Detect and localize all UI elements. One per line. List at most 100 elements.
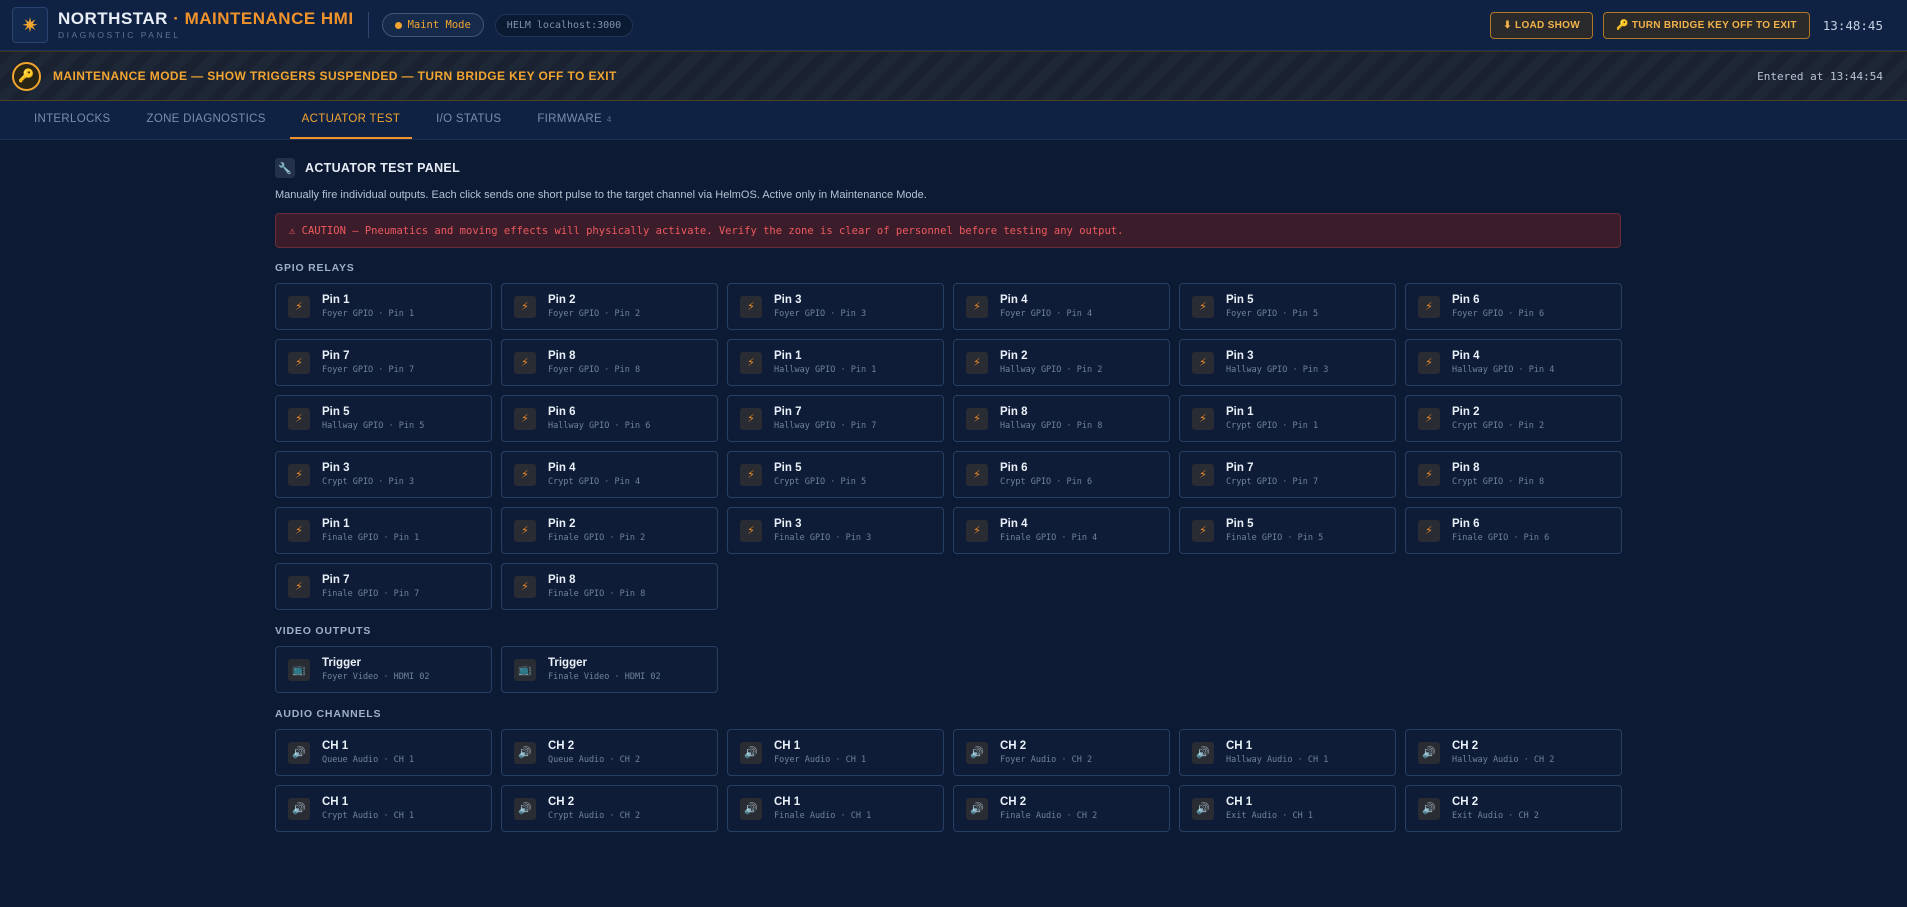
lightning-icon: ⚡ [1192, 295, 1214, 318]
header-divider [367, 12, 369, 38]
relay-test-button[interactable]: ⚡ Pin 4 Foyer GPIO · Pin 4 [953, 283, 1170, 330]
audio-test-button[interactable]: 🔊 CH 2 Queue Audio · CH 2 [501, 729, 718, 776]
audio-test-button[interactable]: 🔊 CH 2 Crypt Audio · CH 2 [501, 785, 718, 832]
relay-test-button[interactable]: ⚡ Pin 8 Foyer GPIO · Pin 8 [501, 339, 718, 386]
relay-test-button[interactable]: ⚡ Pin 3 Crypt GPIO · Pin 3 [275, 451, 492, 498]
card-sublabel: Hallway GPIO · Pin 5 [322, 421, 425, 431]
relay-test-button[interactable]: ⚡ Pin 1 Hallway GPIO · Pin 1 [727, 339, 944, 386]
relay-test-button[interactable]: ⚡ Pin 4 Hallway GPIO · Pin 4 [1405, 339, 1622, 386]
card-label: CH 1 [1226, 739, 1253, 752]
card-sublabel: Hallway Audio · CH 1 [1226, 755, 1329, 765]
relay-test-button[interactable]: ⚡ Pin 1 Foyer GPIO · Pin 1 [275, 283, 492, 330]
card-text: Pin 1 Crypt GPIO · Pin 1 [1226, 406, 1319, 431]
card-sublabel: Foyer GPIO · Pin 7 [322, 365, 415, 375]
relay-test-button[interactable]: ⚡ Pin 2 Finale GPIO · Pin 2 [501, 507, 718, 554]
audio-test-button[interactable]: 🔊 CH 2 Exit Audio · CH 2 [1405, 785, 1622, 832]
relay-test-button[interactable]: ⚡ Pin 8 Finale GPIO · Pin 8 [501, 563, 718, 610]
tab-firmware[interactable]: FIRMWARE 4 [525, 101, 623, 139]
wrench-icon: 🔧 [275, 158, 295, 178]
card-text: Pin 5 Finale GPIO · Pin 5 [1226, 518, 1323, 543]
tab-i-o-status[interactable]: I/O STATUS [424, 101, 513, 139]
key-off-exit-button[interactable]: 🔑 TURN BRIDGE KEY OFF TO EXIT [1602, 11, 1810, 39]
relay-test-button[interactable]: ⚡ Pin 2 Foyer GPIO · Pin 2 [501, 283, 718, 330]
relay-test-button[interactable]: ⚡ Pin 8 Hallway GPIO · Pin 8 [953, 395, 1170, 442]
relay-test-button[interactable]: ⚡ Pin 4 Finale GPIO · Pin 4 [953, 507, 1170, 554]
audio-test-button[interactable]: 🔊 CH 1 Crypt Audio · CH 1 [275, 785, 492, 832]
card-label: Trigger [548, 656, 587, 669]
relay-test-button[interactable]: ⚡ Pin 8 Crypt GPIO · Pin 8 [1405, 451, 1622, 498]
relay-test-button[interactable]: ⚡ Pin 7 Foyer GPIO · Pin 7 [275, 339, 492, 386]
card-sublabel: Finale GPIO · Pin 3 [774, 533, 872, 543]
relay-test-button[interactable]: ⚡ Pin 3 Hallway GPIO · Pin 3 [1179, 339, 1396, 386]
audio-test-button[interactable]: 🔊 CH 2 Foyer Audio · CH 2 [953, 729, 1170, 776]
card-text: Trigger Finale Video · HDMI 02 [548, 656, 661, 682]
relay-test-button[interactable]: ⚡ Pin 6 Finale GPIO · Pin 6 [1405, 507, 1622, 554]
lightning-icon: ⚡ [288, 519, 310, 542]
relay-test-button[interactable]: ⚡ Pin 1 Crypt GPIO · Pin 1 [1179, 395, 1396, 442]
card-text: Pin 7 Foyer GPIO · Pin 7 [322, 350, 415, 375]
card-sublabel: Hallway GPIO · Pin 8 [1000, 421, 1103, 431]
relay-test-button[interactable]: ⚡ Pin 5 Finale GPIO · Pin 5 [1179, 507, 1396, 554]
lightning-icon: ⚡ [1418, 407, 1440, 430]
audio-test-button[interactable]: 🔊 CH 1 Foyer Audio · CH 1 [727, 729, 944, 776]
clock: 13:48:45 [1822, 17, 1883, 33]
card-sublabel: Hallway GPIO · Pin 1 [774, 365, 877, 375]
card-label: Pin 8 [548, 573, 576, 586]
audio-test-button[interactable]: 🔊 CH 1 Hallway Audio · CH 1 [1179, 729, 1396, 776]
app-header: ✷ NORTHSTAR · MAINTENANCE HMI DIAGNOSTIC… [0, 0, 1907, 51]
card-label: Pin 6 [1452, 517, 1480, 530]
audio-test-button[interactable]: 🔊 CH 2 Hallway Audio · CH 2 [1405, 729, 1622, 776]
audio-test-button[interactable]: 🔊 CH 1 Exit Audio · CH 1 [1179, 785, 1396, 832]
relay-test-button[interactable]: ⚡ Pin 2 Crypt GPIO · Pin 2 [1405, 395, 1622, 442]
relay-test-button[interactable]: ⚡ Pin 5 Foyer GPIO · Pin 5 [1179, 283, 1396, 330]
lightning-icon: ⚡ [740, 407, 762, 430]
video-test-button[interactable]: 📺 Trigger Foyer Video · HDMI 02 [275, 646, 492, 693]
card-text: Pin 6 Hallway GPIO · Pin 6 [548, 406, 650, 431]
load-show-button[interactable]: ⬇ LOAD SHOW [1490, 11, 1593, 39]
card-text: Pin 4 Crypt GPIO · Pin 4 [548, 462, 640, 487]
relay-test-button[interactable]: ⚡ Pin 5 Hallway GPIO · Pin 5 [275, 395, 492, 442]
relay-test-button[interactable]: ⚡ Pin 7 Crypt GPIO · Pin 7 [1179, 451, 1396, 498]
card-sublabel: Finale GPIO · Pin 4 [1000, 533, 1098, 543]
card-label: Pin 3 [774, 293, 802, 306]
audio-test-button[interactable]: 🔊 CH 1 Finale Audio · CH 1 [727, 785, 944, 832]
card-sublabel: Crypt GPIO · Pin 1 [1226, 421, 1319, 431]
card-text: Pin 8 Hallway GPIO · Pin 8 [1000, 406, 1103, 431]
key-icon: 🔑 [12, 61, 41, 91]
speaker-icon: 🔊 [1418, 741, 1440, 764]
tab-count-badge: 4 [606, 114, 612, 124]
card-sublabel: Hallway GPIO · Pin 7 [774, 421, 877, 431]
caution-alert: ⚠ CAUTION — Pneumatics and moving effect… [275, 213, 1621, 248]
lightning-icon: ⚡ [514, 295, 536, 318]
relay-test-button[interactable]: ⚡ Pin 6 Crypt GPIO · Pin 6 [953, 451, 1170, 498]
video-test-button[interactable]: 📺 Trigger Finale Video · HDMI 02 [501, 646, 718, 693]
relay-test-button[interactable]: ⚡ Pin 7 Hallway GPIO · Pin 7 [727, 395, 944, 442]
card-sublabel: Queue Audio · CH 1 [322, 755, 415, 765]
relay-test-button[interactable]: ⚡ Pin 3 Finale GPIO · Pin 3 [727, 507, 944, 554]
tab-zone-diagnostics[interactable]: ZONE DIAGNOSTICS [135, 101, 278, 139]
card-label: Pin 4 [1452, 349, 1480, 362]
card-text: CH 1 Queue Audio · CH 1 [322, 740, 415, 765]
relay-test-button[interactable]: ⚡ Pin 2 Hallway GPIO · Pin 2 [953, 339, 1170, 386]
relay-test-button[interactable]: ⚡ Pin 6 Foyer GPIO · Pin 6 [1405, 283, 1622, 330]
tab-interlocks[interactable]: INTERLOCKS [22, 101, 123, 139]
audio-test-button[interactable]: 🔊 CH 2 Finale Audio · CH 2 [953, 785, 1170, 832]
card-sublabel: Queue Audio · CH 2 [548, 755, 641, 765]
audio-test-button[interactable]: 🔊 CH 1 Queue Audio · CH 1 [275, 729, 492, 776]
card-label: Pin 4 [1000, 517, 1028, 530]
relay-test-button[interactable]: ⚡ Pin 1 Finale GPIO · Pin 1 [275, 507, 492, 554]
card-label: Pin 5 [322, 405, 350, 418]
card-text: Pin 2 Crypt GPIO · Pin 2 [1452, 406, 1544, 431]
status-dot-icon [394, 21, 402, 29]
relay-test-button[interactable]: ⚡ Pin 6 Hallway GPIO · Pin 6 [501, 395, 718, 442]
relay-test-button[interactable]: ⚡ Pin 3 Foyer GPIO · Pin 3 [727, 283, 944, 330]
speaker-icon: 🔊 [288, 797, 310, 820]
tab-actuator-test[interactable]: ACTUATOR TEST [289, 101, 413, 139]
relay-test-button[interactable]: ⚡ Pin 7 Finale GPIO · Pin 7 [275, 563, 492, 610]
card-text: Pin 6 Foyer GPIO · Pin 6 [1452, 294, 1544, 319]
app-title-accent: · MAINTENANCE HMI [173, 9, 354, 29]
card-label: Pin 2 [548, 293, 576, 306]
relay-test-button[interactable]: ⚡ Pin 5 Crypt GPIO · Pin 5 [727, 451, 944, 498]
relay-test-button[interactable]: ⚡ Pin 4 Crypt GPIO · Pin 4 [501, 451, 718, 498]
card-sublabel: Foyer GPIO · Pin 4 [1000, 309, 1093, 319]
